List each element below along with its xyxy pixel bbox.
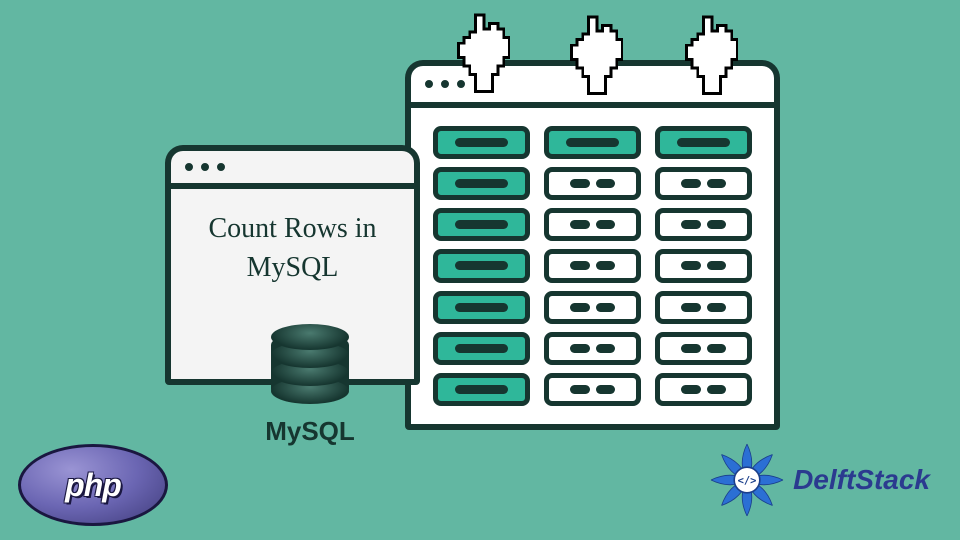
spreadsheet-grid: [411, 108, 774, 424]
spreadsheet-cell: [544, 208, 641, 241]
spreadsheet-cell: [544, 249, 641, 282]
pointer-hand-icon: [565, 14, 623, 99]
svg-text:</>: </>: [738, 475, 757, 487]
spreadsheet-cell: [655, 373, 752, 406]
mysql-label: MySQL: [250, 416, 370, 447]
spreadsheet-cell: [433, 373, 530, 406]
spreadsheet-cell: [544, 332, 641, 365]
title-line1: Count Rows in: [181, 209, 404, 248]
spreadsheet-cell: [655, 249, 752, 282]
spreadsheet-cell: [655, 291, 752, 324]
spreadsheet-cell: [655, 167, 752, 200]
title-line2: MySQL: [181, 248, 404, 287]
spreadsheet-cell: [655, 126, 752, 159]
php-ellipse-icon: php: [18, 444, 168, 526]
spreadsheet-cell: [433, 332, 530, 365]
php-label: php: [65, 467, 121, 504]
traffic-light-icon: [425, 80, 433, 88]
pointer-hand-icon: [680, 14, 738, 99]
database-cylinder-icon: [271, 322, 349, 410]
spreadsheet-cell: [655, 208, 752, 241]
spreadsheet-cell: [433, 208, 530, 241]
spreadsheet-cell: [544, 373, 641, 406]
title-text: Count Rows in MySQL: [171, 189, 414, 287]
spreadsheet-cell: [433, 167, 530, 200]
traffic-light-icon: [185, 163, 193, 171]
php-logo: php: [18, 444, 168, 526]
traffic-light-icon: [201, 163, 209, 171]
traffic-light-icon: [217, 163, 225, 171]
spreadsheet-window: [405, 60, 780, 430]
text-titlebar: [171, 151, 414, 189]
spreadsheet-cell: [433, 291, 530, 324]
delftstack-label: DelftStack: [793, 464, 930, 496]
traffic-light-icon: [441, 80, 449, 88]
spreadsheet-cell: [433, 126, 530, 159]
spreadsheet-cell: [544, 126, 641, 159]
spreadsheet-cell: [655, 332, 752, 365]
pointer-hand-icon: [452, 12, 510, 97]
spreadsheet-cell: [433, 249, 530, 282]
spreadsheet-cell: [544, 167, 641, 200]
mysql-logo: MySQL: [250, 322, 370, 447]
spreadsheet-cell: [544, 291, 641, 324]
mandala-icon: </>: [707, 440, 787, 520]
delftstack-logo: </> DelftStack: [707, 440, 930, 520]
